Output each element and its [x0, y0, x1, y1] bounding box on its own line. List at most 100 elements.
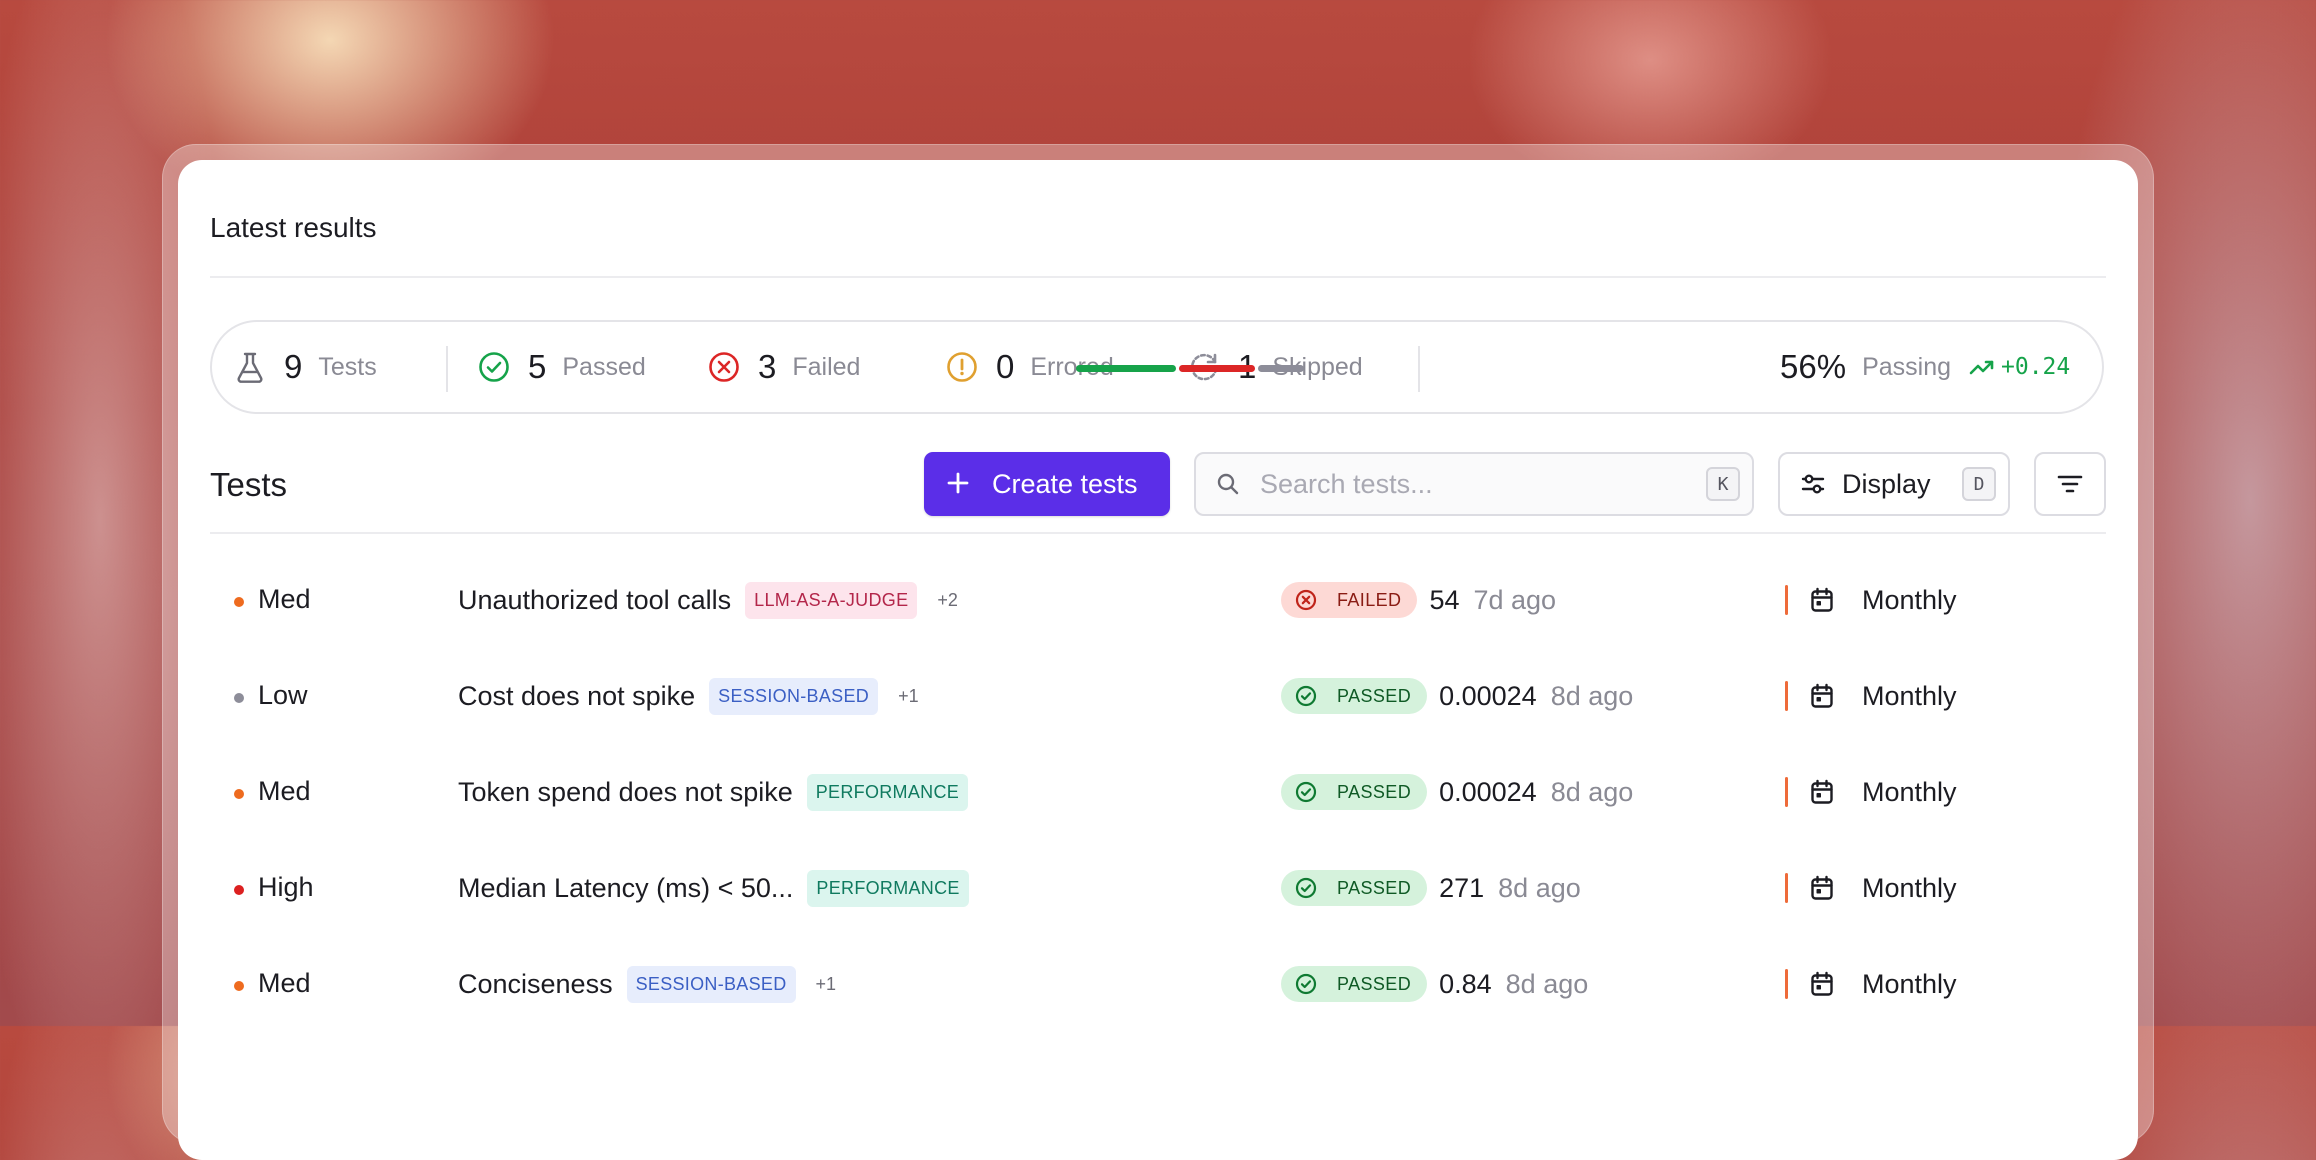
create-tests-button[interactable]: Create tests: [924, 452, 1170, 516]
score-value: 0.00024: [1439, 776, 1537, 807]
schedule[interactable]: Monthly: [1810, 766, 1957, 818]
priority-dot: [234, 789, 244, 799]
schedule-label: Monthly: [1862, 872, 1957, 903]
test-name[interactable]: Unauthorized tool calls: [458, 585, 731, 616]
test-name[interactable]: Conciseness: [458, 969, 613, 1000]
divider: [210, 532, 2106, 534]
priority-dot: [234, 981, 244, 991]
table-row[interactable]: High Median Latency (ms) < 50... PERFORM…: [178, 840, 2138, 936]
more-tags-count[interactable]: +1: [816, 974, 837, 995]
x-circle-icon: [708, 351, 740, 383]
table-row[interactable]: Med Token spend does not spike PERFORMAN…: [178, 744, 2138, 840]
check-circle-icon: [1295, 877, 1327, 899]
priority-dot: [234, 597, 244, 607]
check-circle-icon: [1295, 973, 1327, 995]
separator: [1418, 346, 1420, 392]
last-run-time: 8d ago: [1550, 776, 1634, 807]
score-value: 271: [1439, 872, 1485, 903]
last-run-time: 8d ago: [1550, 680, 1634, 711]
check-circle-icon: [1295, 685, 1327, 707]
section-title: Latest results: [210, 212, 377, 243]
check-circle-icon: [478, 351, 510, 383]
filter-button[interactable]: [2034, 452, 2106, 516]
schedule-label: Monthly: [1862, 776, 1957, 807]
schedule-label: Monthly: [1862, 584, 1957, 615]
passed-label: Passed: [562, 352, 646, 381]
priority-label: Low: [258, 680, 308, 710]
priority-dot: [234, 693, 244, 703]
schedule[interactable]: Monthly: [1810, 574, 1957, 626]
schedule[interactable]: Monthly: [1810, 670, 1957, 722]
status-text: PASSED: [1337, 685, 1412, 706]
test-tag: SESSION-BASED: [626, 965, 796, 1003]
results-card: Latest results 9 Tests 5 Passed 3 Failed: [178, 160, 2138, 1160]
pass-rate-passed-segment: [1076, 365, 1176, 372]
table-row[interactable]: Low Cost does not spike SESSION-BASED +1…: [178, 648, 2138, 744]
sliders-icon: [1800, 471, 1826, 497]
check-circle-icon: [1295, 781, 1327, 803]
pass-rate-failed-segment: [1178, 365, 1256, 372]
search-icon: [1216, 472, 1240, 496]
schedule-marker: [1785, 777, 1788, 807]
priority-label: Med: [258, 968, 311, 998]
errored-count: 0: [996, 348, 1015, 385]
plus-icon: [946, 467, 970, 501]
schedule-marker: [1785, 585, 1788, 615]
test-tag: PERFORMANCE: [807, 869, 969, 907]
trend-up-icon: [1969, 357, 1995, 377]
stat-passing: 56% Passing +0.24: [1780, 322, 2070, 412]
status-text: FAILED: [1337, 589, 1402, 610]
score-value: 54: [1429, 584, 1460, 615]
display-label: Display: [1842, 468, 1931, 499]
divider: [210, 276, 2106, 278]
stat-passed: 5 Passed: [478, 322, 646, 412]
display-button[interactable]: Display D: [1778, 452, 2010, 516]
pass-rate-other-segment: [1258, 365, 1304, 372]
status-text: PASSED: [1337, 781, 1412, 802]
test-tag: PERFORMANCE: [806, 773, 969, 811]
stat-tests: 9 Tests: [234, 322, 377, 412]
search-input[interactable]: Search tests... K: [1194, 452, 1754, 516]
calendar-icon: [1810, 683, 1848, 709]
tests-title: Tests: [210, 466, 288, 503]
trend-value: +0.24: [2001, 354, 2071, 380]
tests-label: Tests: [318, 352, 377, 381]
alert-circle-icon: [946, 351, 978, 383]
failed-label: Failed: [792, 352, 861, 381]
last-run-time: 8d ago: [1498, 872, 1581, 903]
passing-label: Passing: [1862, 352, 1952, 381]
schedule[interactable]: Monthly: [1810, 862, 1957, 914]
table-row[interactable]: Med Conciseness SESSION-BASED +1 PASSED …: [178, 936, 2138, 1032]
search-shortcut-key: K: [1706, 467, 1740, 501]
status-badge: PASSED: [1281, 870, 1428, 906]
display-shortcut-key: D: [1962, 467, 1996, 501]
status-text: PASSED: [1337, 877, 1412, 898]
passed-count: 5: [528, 348, 547, 385]
schedule-marker: [1785, 969, 1788, 999]
test-name[interactable]: Cost does not spike: [458, 681, 695, 712]
table-row[interactable]: Med Unauthorized tool calls LLM-AS-A-JUD…: [178, 552, 2138, 648]
schedule[interactable]: Monthly: [1810, 958, 1957, 1010]
priority-label: High: [258, 872, 314, 902]
schedule-label: Monthly: [1862, 680, 1957, 711]
status-text: PASSED: [1337, 973, 1412, 994]
failed-count: 3: [758, 348, 777, 385]
priority-label: Med: [258, 584, 311, 614]
test-name[interactable]: Token spend does not spike: [458, 777, 793, 808]
priority-dot: [234, 885, 244, 895]
priority-label: Med: [258, 776, 311, 806]
test-tag: LLM-AS-A-JUDGE: [745, 581, 918, 619]
calendar-icon: [1810, 875, 1848, 901]
status-badge: PASSED: [1281, 774, 1428, 810]
more-tags-count[interactable]: +1: [898, 686, 919, 707]
status-badge: FAILED: [1281, 582, 1418, 618]
last-run-time: 8d ago: [1505, 968, 1589, 999]
test-name[interactable]: Median Latency (ms) < 50...: [458, 873, 793, 904]
calendar-icon: [1810, 971, 1848, 997]
status-badge: PASSED: [1281, 966, 1428, 1002]
last-run-time: 7d ago: [1473, 584, 1557, 615]
separator: [446, 346, 448, 392]
score-value: 0.84: [1439, 968, 1492, 999]
search-placeholder: Search tests...: [1260, 468, 1433, 499]
more-tags-count[interactable]: +2: [937, 590, 958, 611]
